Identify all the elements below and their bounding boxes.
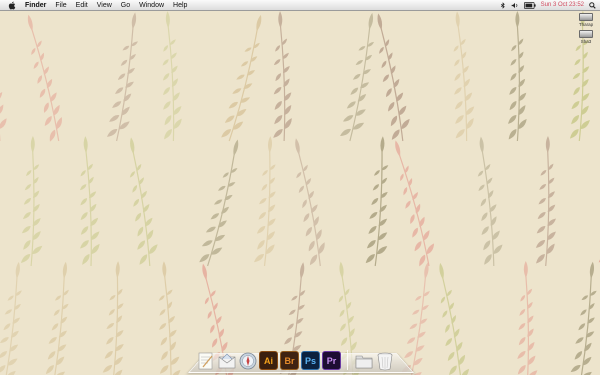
dock: Ai Br Ps Pr (196, 348, 394, 370)
spotlight-icon[interactable] (589, 2, 596, 9)
dock-trash[interactable] (375, 351, 394, 370)
menu-bar: Finder File Edit View Go Window Help Sun… (0, 0, 600, 11)
photoshop-icon: Ps (304, 355, 316, 366)
dock-safari[interactable] (238, 351, 257, 370)
hard-drive-icon (579, 30, 593, 38)
hard-drive-icon (579, 13, 593, 21)
desktop-drive-sha3[interactable]: Sha3 (573, 30, 599, 44)
desktop-drive-tharap[interactable]: Tharap (573, 13, 599, 27)
menu-go[interactable]: Go (121, 0, 130, 11)
dock-mail[interactable] (217, 351, 236, 370)
premiere-icon: Pr (326, 355, 337, 366)
desktop-icon-label: Sha3 (580, 39, 592, 44)
battery-icon[interactable] (523, 2, 536, 9)
bluetooth-icon[interactable] (500, 2, 506, 9)
folder-icon (355, 355, 372, 368)
dock-downloads[interactable] (354, 351, 373, 370)
textedit-icon (198, 352, 213, 369)
menu-file[interactable]: File (55, 0, 66, 11)
volume-icon[interactable] (511, 2, 519, 9)
menu-clock[interactable]: Sun 3 Oct 23:52 (541, 0, 584, 11)
dock-illustrator[interactable]: Ai (259, 351, 278, 370)
trash-icon (377, 352, 392, 370)
safari-icon (239, 352, 256, 369)
dock-separator (347, 350, 348, 370)
menu-help[interactable]: Help (173, 0, 187, 11)
desktop-icon-label: Tharap (578, 22, 594, 27)
dock-bridge[interactable]: Br (280, 351, 299, 370)
menu-extras: Sun 3 Oct 23:52 (500, 0, 596, 11)
desktop-wallpaper[interactable] (0, 11, 600, 375)
desktop-screen: Finder File Edit View Go Window Help Sun… (0, 0, 600, 375)
dock-premiere[interactable]: Pr (322, 351, 341, 370)
menu-finder[interactable]: Finder (25, 0, 46, 11)
dock-photoshop[interactable]: Ps (301, 351, 320, 370)
bridge-icon: Br (284, 355, 295, 366)
menu-edit[interactable]: Edit (76, 0, 88, 11)
illustrator-icon: Ai (264, 355, 273, 366)
leaf-pattern (0, 11, 600, 375)
menu-view[interactable]: View (97, 0, 112, 11)
dock-textedit[interactable] (196, 351, 215, 370)
apple-icon[interactable] (8, 1, 17, 10)
menu-window[interactable]: Window (139, 0, 164, 11)
mail-icon (218, 353, 235, 368)
